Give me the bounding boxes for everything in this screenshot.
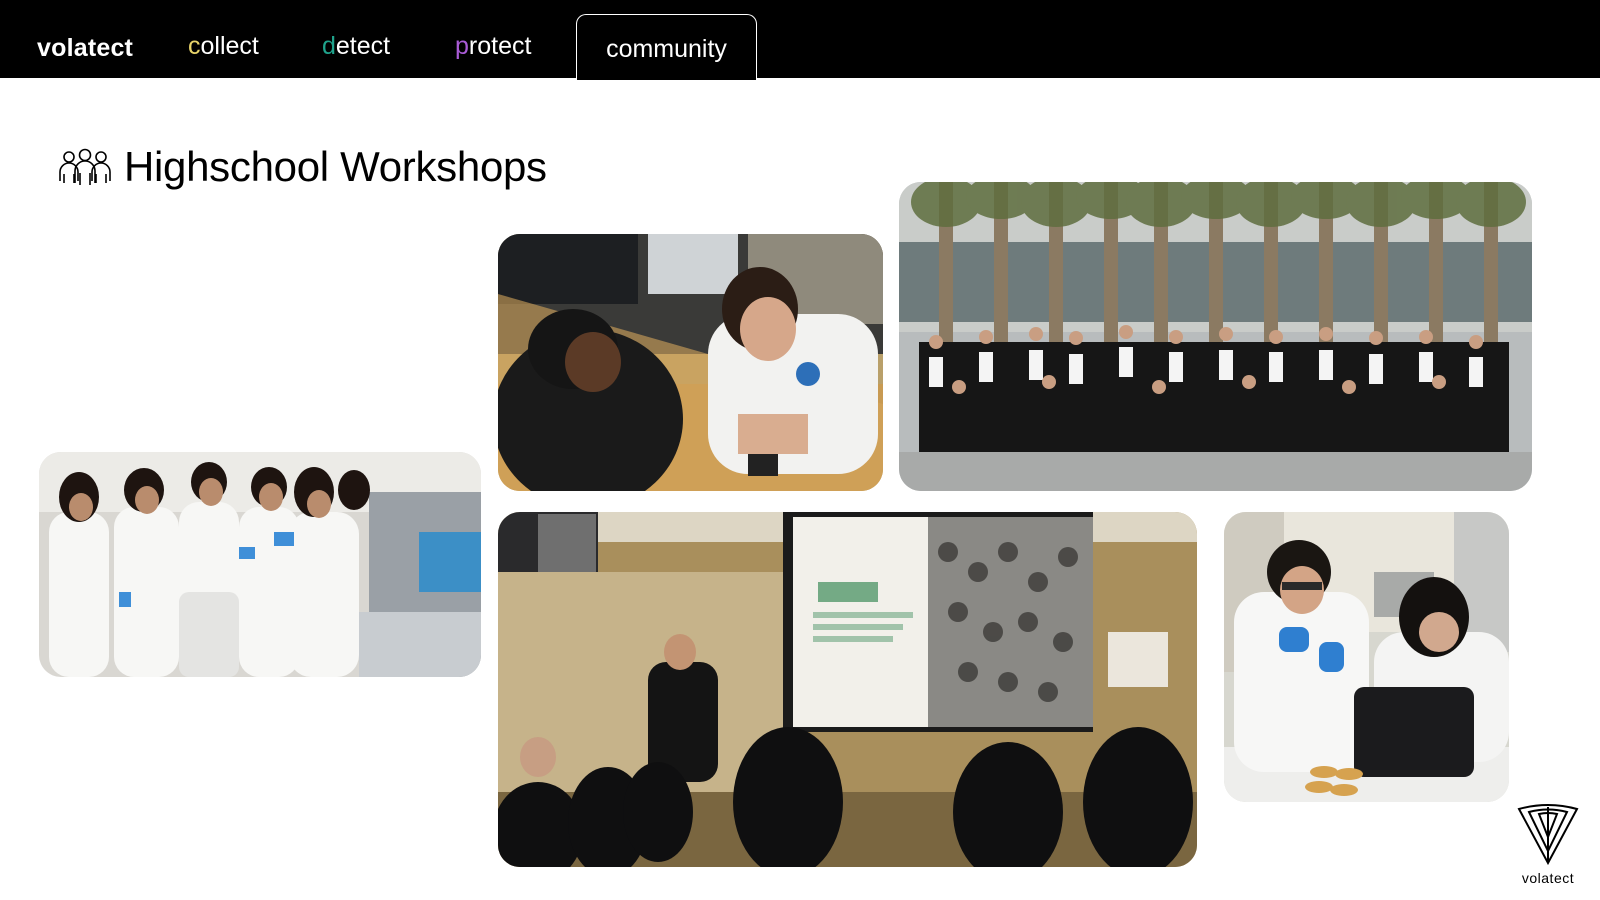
nav-protect-rest: rotect — [468, 32, 532, 60]
top-navigation-bar: volatect collect detect protect communit… — [0, 0, 1600, 80]
group-photo-outdoor — [899, 182, 1532, 491]
lab-tour-photo — [39, 452, 481, 677]
brand-name[interactable]: volatect — [37, 34, 133, 63]
page-title: Highschool Workshops — [124, 143, 547, 190]
nav-collect-link[interactable]: collect — [188, 32, 259, 61]
nav-protect-link[interactable]: protect — [455, 32, 531, 61]
nav-detect-rest: etect — [335, 32, 391, 60]
nav-community-label: community — [606, 35, 727, 63]
nav-protect-first-letter: p — [455, 32, 469, 60]
volatect-logo[interactable]: volatect — [1512, 803, 1584, 893]
nav-collect-rest: ollect — [200, 32, 259, 60]
nav-collect-first-letter: c — [188, 32, 201, 60]
lecture-hall-presentation-photo — [498, 512, 1197, 867]
nav-community-tab-active[interactable]: community — [576, 14, 757, 80]
shield-logo-icon — [1515, 804, 1581, 869]
logo-text: volatect — [1521, 870, 1575, 886]
students-soldering-photo — [498, 234, 883, 491]
pipetting-lab-photo — [1224, 512, 1509, 802]
people-group-icon — [57, 147, 113, 187]
nav-detect-first-letter: d — [322, 32, 336, 60]
section-heading: Highschool Workshops — [57, 143, 547, 191]
nav-detect-link[interactable]: detect — [322, 32, 390, 61]
